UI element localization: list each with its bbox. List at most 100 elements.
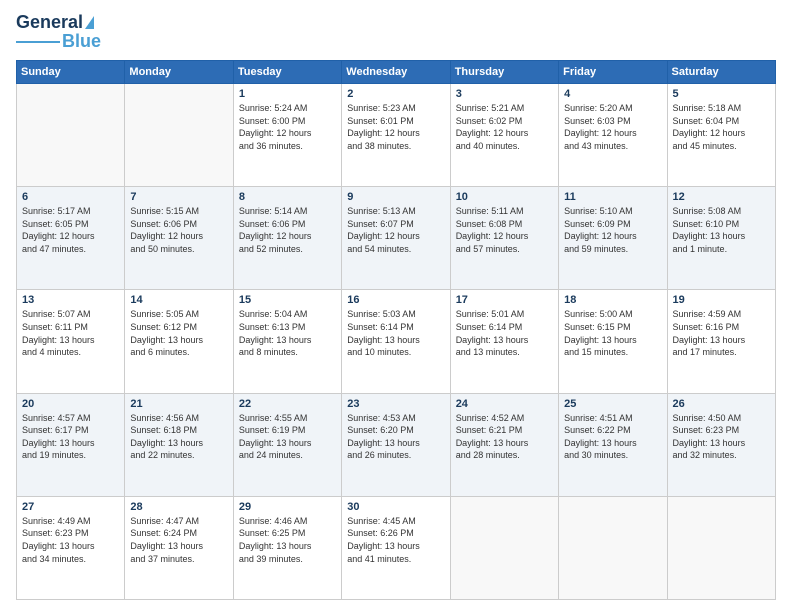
- day-info: Sunrise: 5:23 AM Sunset: 6:01 PM Dayligh…: [347, 102, 444, 152]
- calendar-cell: 19 Sunrise: 4:59 AM Sunset: 6:16 PM Dayli…: [667, 290, 775, 393]
- calendar-cell: 11 Sunrise: 5:10 AM Sunset: 6:09 PM Dayli…: [559, 187, 667, 290]
- calendar-cell: 30Sunrise: 4:45 AM Sunset: 6:26 PM Dayli…: [342, 496, 450, 599]
- calendar-cell: [450, 496, 558, 599]
- logo-underline: [16, 41, 60, 43]
- calendar-cell: 2 Sunrise: 5:23 AM Sunset: 6:01 PM Daylig…: [342, 84, 450, 187]
- day-info: Sunrise: 5:21 AM Sunset: 6:02 PM Dayligh…: [456, 102, 553, 152]
- day-number: 13: [22, 294, 119, 306]
- day-number: 21: [130, 398, 227, 410]
- day-info: Sunrise: 5:11 AM Sunset: 6:08 PM Dayligh…: [456, 205, 553, 255]
- day-number: 17: [456, 294, 553, 306]
- weekday-header: Wednesday: [342, 61, 450, 84]
- calendar-cell: [667, 496, 775, 599]
- day-info: Sunrise: 5:15 AM Sunset: 6:06 PM Dayligh…: [130, 205, 227, 255]
- logo-text: General: [16, 12, 83, 33]
- calendar-cell: 25Sunrise: 4:51 AM Sunset: 6:22 PM Dayli…: [559, 393, 667, 496]
- calendar-cell: 12 Sunrise: 5:08 AM Sunset: 6:10 PM Dayli…: [667, 187, 775, 290]
- day-number: 9: [347, 191, 444, 203]
- weekday-header: Friday: [559, 61, 667, 84]
- calendar-cell: 5Sunrise: 5:18 AM Sunset: 6:04 PM Daylig…: [667, 84, 775, 187]
- calendar-cell: 1 Sunrise: 5:24 AM Sunset: 6:00 PM Daylig…: [233, 84, 341, 187]
- day-info: Sunrise: 4:53 AM Sunset: 6:20 PM Dayligh…: [347, 412, 444, 462]
- day-info: Sunrise: 5:04 AM Sunset: 6:13 PM Dayligh…: [239, 308, 336, 358]
- calendar-cell: 26 Sunrise: 4:50 AM Sunset: 6:23 PM Dayli…: [667, 393, 775, 496]
- day-number: 18: [564, 294, 661, 306]
- day-number: 22: [239, 398, 336, 410]
- logo-triangle-icon: [85, 16, 94, 29]
- calendar-cell: 22 Sunrise: 4:55 AM Sunset: 6:19 PM Dayli…: [233, 393, 341, 496]
- calendar-cell: 6Sunrise: 5:17 AM Sunset: 6:05 PM Daylig…: [17, 187, 125, 290]
- calendar-cell: 23 Sunrise: 4:53 AM Sunset: 6:20 PM Dayli…: [342, 393, 450, 496]
- calendar-cell: 20 Sunrise: 4:57 AM Sunset: 6:17 PM Dayli…: [17, 393, 125, 496]
- day-number: 27: [22, 501, 119, 513]
- day-info: Sunrise: 4:57 AM Sunset: 6:17 PM Dayligh…: [22, 412, 119, 462]
- day-number: 12: [673, 191, 770, 203]
- day-info: Sunrise: 5:03 AM Sunset: 6:14 PM Dayligh…: [347, 308, 444, 358]
- day-number: 19: [673, 294, 770, 306]
- calendar-cell: 28 Sunrise: 4:47 AM Sunset: 6:24 PM Dayli…: [125, 496, 233, 599]
- logo: General Blue: [16, 12, 101, 52]
- calendar-cell: 21Sunrise: 4:56 AM Sunset: 6:18 PM Dayli…: [125, 393, 233, 496]
- calendar-cell: [125, 84, 233, 187]
- day-number: 4: [564, 88, 661, 100]
- day-info: Sunrise: 4:59 AM Sunset: 6:16 PM Dayligh…: [673, 308, 770, 358]
- day-info: Sunrise: 4:52 AM Sunset: 6:21 PM Dayligh…: [456, 412, 553, 462]
- calendar-cell: [17, 84, 125, 187]
- day-info: Sunrise: 4:46 AM Sunset: 6:25 PM Dayligh…: [239, 515, 336, 565]
- day-number: 6: [22, 191, 119, 203]
- day-info: Sunrise: 4:55 AM Sunset: 6:19 PM Dayligh…: [239, 412, 336, 462]
- header: General Blue: [16, 12, 776, 52]
- weekday-header: Sunday: [17, 61, 125, 84]
- weekday-header: Thursday: [450, 61, 558, 84]
- calendar-cell: 8 Sunrise: 5:14 AM Sunset: 6:06 PM Daylig…: [233, 187, 341, 290]
- calendar-cell: 3 Sunrise: 5:21 AM Sunset: 6:02 PM Daylig…: [450, 84, 558, 187]
- day-number: 11: [564, 191, 661, 203]
- day-info: Sunrise: 5:20 AM Sunset: 6:03 PM Dayligh…: [564, 102, 661, 152]
- calendar-table: SundayMondayTuesdayWednesdayThursdayFrid…: [16, 60, 776, 600]
- calendar-cell: 29 Sunrise: 4:46 AM Sunset: 6:25 PM Dayli…: [233, 496, 341, 599]
- day-number: 8: [239, 191, 336, 203]
- day-info: Sunrise: 5:24 AM Sunset: 6:00 PM Dayligh…: [239, 102, 336, 152]
- day-number: 2: [347, 88, 444, 100]
- day-number: 3: [456, 88, 553, 100]
- day-info: Sunrise: 5:07 AM Sunset: 6:11 PM Dayligh…: [22, 308, 119, 358]
- day-info: Sunrise: 4:47 AM Sunset: 6:24 PM Dayligh…: [130, 515, 227, 565]
- calendar-cell: 10 Sunrise: 5:11 AM Sunset: 6:08 PM Dayli…: [450, 187, 558, 290]
- day-number: 15: [239, 294, 336, 306]
- calendar-cell: 27 Sunrise: 4:49 AM Sunset: 6:23 PM Dayli…: [17, 496, 125, 599]
- day-info: Sunrise: 5:13 AM Sunset: 6:07 PM Dayligh…: [347, 205, 444, 255]
- day-number: 1: [239, 88, 336, 100]
- day-number: 23: [347, 398, 444, 410]
- day-number: 10: [456, 191, 553, 203]
- calendar-cell: 13 Sunrise: 5:07 AM Sunset: 6:11 PM Dayli…: [17, 290, 125, 393]
- day-number: 5: [673, 88, 770, 100]
- day-number: 16: [347, 294, 444, 306]
- day-info: Sunrise: 5:10 AM Sunset: 6:09 PM Dayligh…: [564, 205, 661, 255]
- day-info: Sunrise: 4:51 AM Sunset: 6:22 PM Dayligh…: [564, 412, 661, 462]
- calendar-cell: 18 Sunrise: 5:00 AM Sunset: 6:15 PM Dayli…: [559, 290, 667, 393]
- day-number: 20: [22, 398, 119, 410]
- day-info: Sunrise: 4:50 AM Sunset: 6:23 PM Dayligh…: [673, 412, 770, 462]
- day-number: 24: [456, 398, 553, 410]
- day-info: Sunrise: 5:00 AM Sunset: 6:15 PM Dayligh…: [564, 308, 661, 358]
- day-number: 26: [673, 398, 770, 410]
- day-info: Sunrise: 5:14 AM Sunset: 6:06 PM Dayligh…: [239, 205, 336, 255]
- day-number: 28: [130, 501, 227, 513]
- day-info: Sunrise: 4:49 AM Sunset: 6:23 PM Dayligh…: [22, 515, 119, 565]
- calendar-cell: 17 Sunrise: 5:01 AM Sunset: 6:14 PM Dayli…: [450, 290, 558, 393]
- calendar-cell: 7Sunrise: 5:15 AM Sunset: 6:06 PM Daylig…: [125, 187, 233, 290]
- calendar-cell: 15 Sunrise: 5:04 AM Sunset: 6:13 PM Dayli…: [233, 290, 341, 393]
- weekday-header: Tuesday: [233, 61, 341, 84]
- weekday-header: Saturday: [667, 61, 775, 84]
- day-info: Sunrise: 5:01 AM Sunset: 6:14 PM Dayligh…: [456, 308, 553, 358]
- calendar-cell: 16 Sunrise: 5:03 AM Sunset: 6:14 PM Dayli…: [342, 290, 450, 393]
- calendar-cell: [559, 496, 667, 599]
- day-info: Sunrise: 5:08 AM Sunset: 6:10 PM Dayligh…: [673, 205, 770, 255]
- logo-blue-text: Blue: [62, 31, 101, 52]
- weekday-header: Monday: [125, 61, 233, 84]
- day-number: 30: [347, 501, 444, 513]
- calendar-cell: 24 Sunrise: 4:52 AM Sunset: 6:21 PM Dayli…: [450, 393, 558, 496]
- page: General Blue SundayMondayTuesdayWednesda…: [0, 0, 792, 612]
- day-number: 29: [239, 501, 336, 513]
- calendar-cell: 4 Sunrise: 5:20 AM Sunset: 6:03 PM Daylig…: [559, 84, 667, 187]
